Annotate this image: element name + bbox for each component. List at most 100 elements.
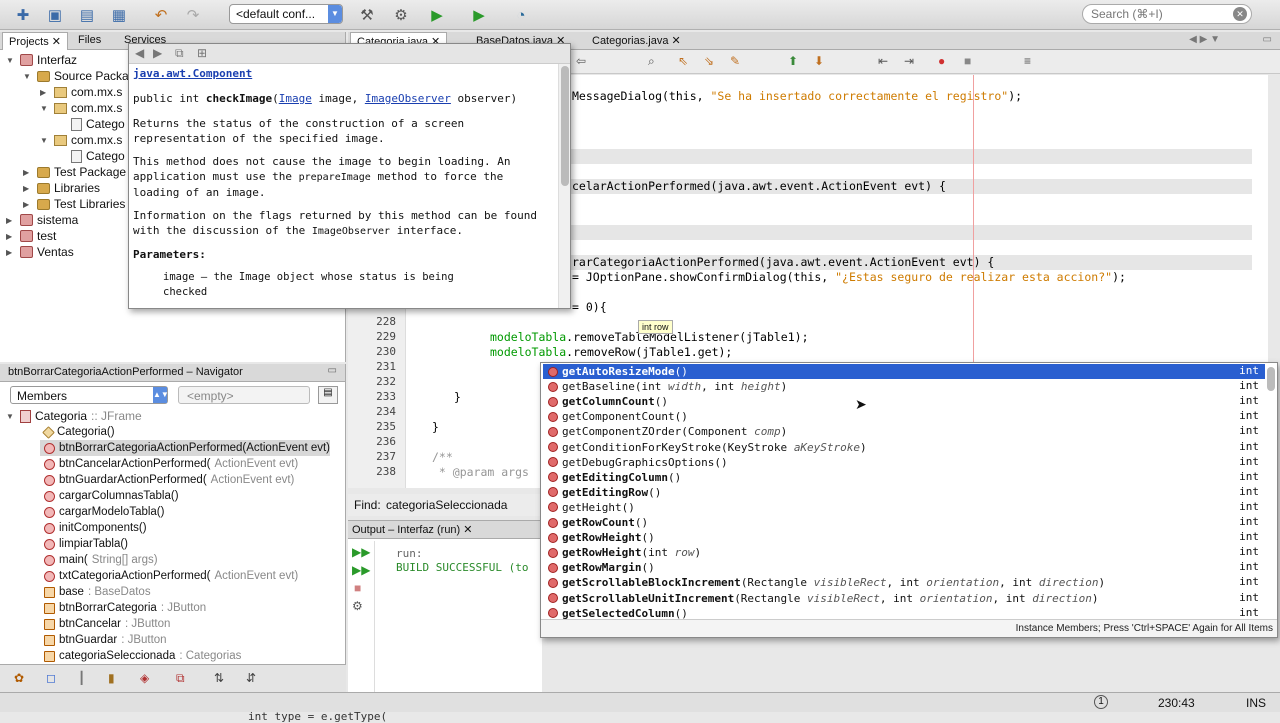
expand-icon[interactable]: ▶ <box>40 88 50 97</box>
goto-source-icon[interactable]: ⊞ <box>197 46 207 60</box>
minimize-icon[interactable]: ▭ <box>328 365 337 376</box>
configuration-select[interactable]: <default conf... ▼ <box>229 4 343 24</box>
completion-item[interactable]: getAutoResizeMode() int <box>543 364 1265 379</box>
tree-item[interactable]: Catego <box>57 148 125 164</box>
prev-bookmark-icon[interactable]: ⬆ <box>788 54 798 68</box>
open-project-icon[interactable]: ▤ <box>76 4 98 26</box>
tree-item[interactable]: ▶ test <box>6 228 56 244</box>
expand-icon[interactable]: ▼ <box>40 104 50 113</box>
output-tab[interactable]: Output – Interfaz (run) ✕ <box>352 523 473 536</box>
new-project-icon[interactable]: ▣ <box>44 4 66 26</box>
start-macro-icon[interactable]: ● <box>938 54 945 68</box>
navigator-root[interactable]: ▼ Categoria :: JFrame <box>6 408 142 424</box>
scroll-thumb[interactable] <box>561 66 569 186</box>
run-icon[interactable]: ▶ <box>426 4 448 26</box>
back-icon[interactable]: ◀ <box>135 46 144 60</box>
maximize-editor-icon[interactable]: ▭ <box>1263 34 1272 45</box>
completion-item[interactable]: getHeight() int <box>543 500 1265 515</box>
navigator-member[interactable]: limpiarTabla() <box>44 536 128 552</box>
javadoc-scrollbar[interactable] <box>558 64 570 308</box>
navigator-member[interactable]: txtCategoriaActionPerformed(ActionEvent … <box>44 568 298 584</box>
navigator-member[interactable]: base : BaseDatos <box>44 584 151 600</box>
completion-item[interactable]: getRowHeight (int row) int <box>543 545 1265 560</box>
fields-filter-icon[interactable]: ✿ <box>14 671 24 685</box>
scroll-tabs-left-icon[interactable]: ◀ ▶ ▼ <box>1189 34 1220 45</box>
tree-item[interactable]: ▶ Test Package <box>23 164 126 180</box>
search-input[interactable]: Search (⌘+I) ✕ <box>1082 4 1252 24</box>
navigator-member[interactable]: initComponents() <box>44 520 147 536</box>
completion-item[interactable]: getDebugGraphicsOptions() int <box>543 455 1265 470</box>
tree-item[interactable]: ▶ sistema <box>6 212 78 228</box>
expand-icon[interactable]: ▼ <box>40 136 50 145</box>
tree-item[interactable]: Catego <box>57 116 125 132</box>
navigator-member[interactable]: cargarModeloTabla() <box>44 504 164 520</box>
completion-item[interactable]: getScrollableUnitIncrement (Rectangle vis… <box>543 591 1265 606</box>
find-icon[interactable]: ⌕ <box>648 54 655 69</box>
expand-icon[interactable]: ▼ <box>6 412 16 421</box>
navigator-member[interactable]: Categoria() <box>42 424 115 440</box>
completion-item[interactable]: getEditingColumn() int <box>543 470 1265 485</box>
sort-by-name-icon[interactable]: ⇅ <box>214 671 224 685</box>
navigator-member[interactable]: btnBorrarCategoriaActionPerformed(Action… <box>40 440 330 456</box>
expand-icon[interactable]: ▶ <box>23 184 33 193</box>
navigator-member[interactable]: main(String[] args) <box>44 552 158 568</box>
stop-icon[interactable]: ■ <box>354 581 361 595</box>
find-input[interactable]: categoriaSeleccionada <box>386 498 507 512</box>
clear-search-icon[interactable]: ✕ <box>1233 7 1247 21</box>
expand-icon[interactable]: ▶ <box>6 232 16 241</box>
completion-item[interactable]: getConditionForKeyStroke (KeyStroke aKeyS… <box>543 440 1265 455</box>
image-type-link[interactable]: Image <box>279 92 312 105</box>
imageobserver-type-link[interactable]: ImageObserver <box>365 92 451 105</box>
empty-select[interactable]: <empty> <box>178 386 310 404</box>
shift-left-icon[interactable]: ⇤ <box>878 54 888 68</box>
tab-projects[interactable]: Projects ✕ <box>2 32 69 50</box>
next-occurrence-icon[interactable]: ⇘ <box>704 54 714 68</box>
next-bookmark-icon[interactable]: ⬇ <box>814 54 824 68</box>
completion-item[interactable]: getBaseline (int width, int height) int <box>543 379 1265 394</box>
navigator-member[interactable]: btnGuardarActionPerformed(ActionEvent ev… <box>44 472 294 488</box>
private-filter-icon[interactable]: ▮ <box>108 671 115 685</box>
expand-icon[interactable]: ▼ <box>23 72 33 81</box>
tree-item[interactable]: ▶ Libraries <box>23 180 100 196</box>
rerun-icon[interactable]: ▶▶ <box>352 545 370 559</box>
tree-item[interactable]: ▶ Test Libraries <box>23 196 125 212</box>
expand-icon[interactable]: ▶ <box>6 248 16 257</box>
navigator-options-icon[interactable]: ▤ <box>318 386 338 404</box>
completion-item[interactable]: getComponentZOrder (Component comp) int <box>543 424 1265 439</box>
navigator-member[interactable]: btnGuardar : JButton <box>44 632 167 648</box>
clean-build-icon[interactable]: ⚙ <box>390 4 412 26</box>
navigator-member[interactable]: btnCancelarActionPerformed(ActionEvent e… <box>44 456 298 472</box>
expand-icon[interactable]: ▶ <box>23 200 33 209</box>
tree-item[interactable]: ▶ com.mx.s <box>40 84 122 100</box>
navigator-member[interactable]: btnBorrarCategoria : JButton <box>44 600 206 616</box>
completion-item[interactable]: getRowCount() int <box>543 515 1265 530</box>
completion-item[interactable]: getColumnCount() int <box>543 394 1265 409</box>
members-filter-select[interactable]: Members ▲▼ <box>10 386 169 404</box>
rerun-with-params-icon[interactable]: ▶▶ <box>352 563 370 577</box>
redo-icon[interactable]: ↷ <box>182 4 204 26</box>
completion-item[interactable]: getRowMargin() int <box>543 560 1265 575</box>
toggle-highlight-icon[interactable]: ✎ <box>730 54 740 68</box>
tree-item[interactable]: ▼ Interfaz <box>6 52 77 68</box>
expand-icon[interactable]: ▶ <box>23 168 33 177</box>
comment-icon[interactable]: ≡ <box>1024 54 1031 68</box>
shift-right-icon[interactable]: ⇥ <box>904 54 914 68</box>
prev-occurrence-icon[interactable]: ⇖ <box>678 54 688 68</box>
navigator-member[interactable]: btnCancelar : JButton <box>44 616 170 632</box>
open-in-browser-icon[interactable]: ⧉ <box>175 46 184 61</box>
back-icon[interactable]: ⇦ <box>576 54 586 68</box>
static-filter-icon[interactable]: ◻ <box>46 671 56 685</box>
javadoc-class-link[interactable]: java.awt.Component <box>133 67 252 80</box>
expand-icon[interactable]: ▶ <box>6 216 16 225</box>
tab-files[interactable]: Files <box>72 32 107 50</box>
expand-icon[interactable]: ▼ <box>6 56 16 65</box>
forward-icon[interactable]: ▶ <box>153 46 162 60</box>
tree-item[interactable]: ▼ Source Packa <box>23 68 129 84</box>
completion-item[interactable]: getComponentCount() int <box>543 409 1265 424</box>
inherited-filter-icon[interactable]: ◈ <box>140 671 149 685</box>
tree-item[interactable]: ▼ com.mx.s <box>40 100 122 116</box>
tree-item[interactable]: ▼ com.mx.s <box>40 132 122 148</box>
new-file-icon[interactable]: ✚ <box>12 4 34 26</box>
undo-icon[interactable]: ↶ <box>150 4 172 26</box>
output-settings-icon[interactable]: ⚙ <box>352 599 363 613</box>
